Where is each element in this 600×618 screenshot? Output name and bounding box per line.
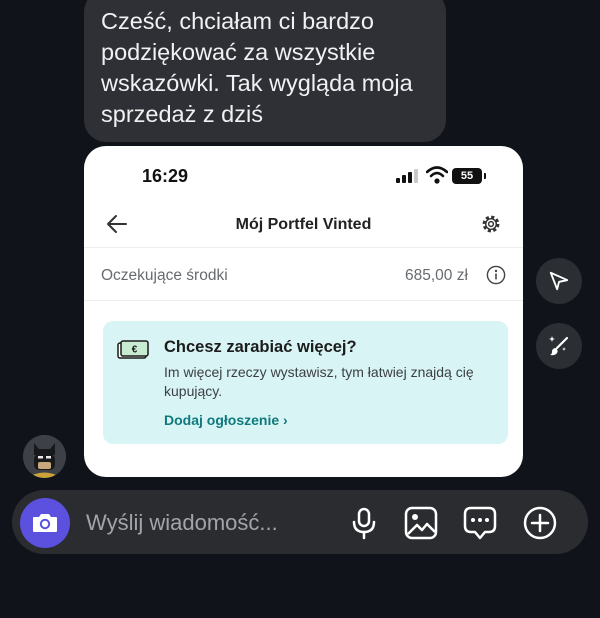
camera-button[interactable] [20,498,70,548]
message-composer [12,490,588,554]
avatar-image [23,435,66,478]
ai-edit-button[interactable] [536,323,582,369]
wifi-icon [426,166,448,184]
magic-brush-icon [549,336,569,356]
message-bubble[interactable]: Cześć, chciałam ci bardzo podziękować za… [84,0,446,142]
svg-text:€: € [132,345,138,356]
camera-icon [33,514,57,532]
message-text: Cześć, chciałam ci bardzo podziękować za… [101,8,413,127]
promo-card: € Chcesz zarabiać więcej? Im więcej rzec… [103,321,508,444]
promo-title: Chcesz zarabiać więcej? [164,338,357,356]
gear-icon [482,215,500,233]
share-button[interactable] [536,258,582,304]
shared-screenshot[interactable]: 16:29 55 Mój Portfel Vinted Oczekujące ś… [84,146,523,477]
info-icon [486,265,506,285]
status-bar-time: 16:29 [142,166,189,186]
cellular-signal-icon [396,169,418,183]
add-listing-link: Dodaj ogłoszenie › [164,412,288,428]
avatar[interactable] [23,435,66,478]
header-divider [84,247,523,248]
wallet-title: Mój Portfel Vinted [235,216,372,233]
chat-bubble-icon[interactable] [462,505,498,541]
message-input[interactable] [84,500,350,546]
microphone-icon[interactable] [346,505,382,541]
battery-icon: 55 [452,168,486,184]
money-icon: € [117,340,149,359]
plus-circle-icon[interactable] [522,505,558,541]
pending-funds-amount: 685,00 zł [405,267,468,284]
image-icon[interactable] [403,505,439,541]
promo-text: Im więcej rzeczy wystawisz, tym łatwiej … [164,364,474,399]
pending-funds-label: Oczekujące środki [101,267,228,284]
pending-divider [84,300,523,301]
paper-plane-icon [549,271,569,291]
